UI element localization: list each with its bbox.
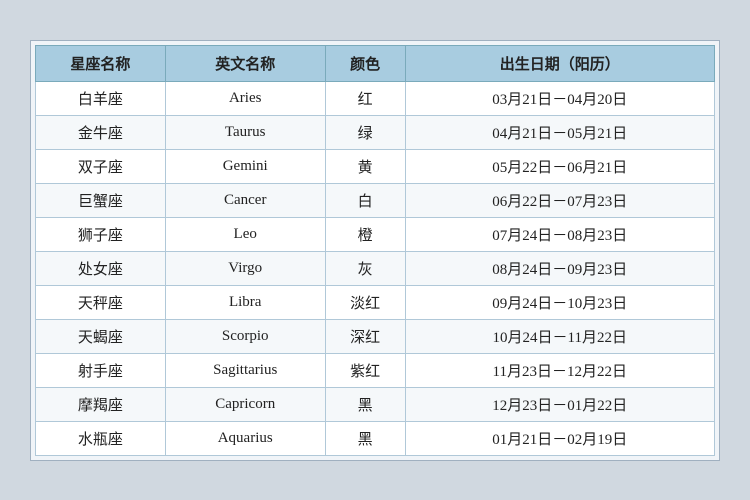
cell-english: Taurus <box>165 115 325 149</box>
table-row: 摩羯座Capricorn黑12月23日－01月22日 <box>36 387 715 421</box>
cell-color: 黑 <box>325 387 405 421</box>
cell-english: Gemini <box>165 149 325 183</box>
cell-date: 08月24日－09月23日 <box>405 251 714 285</box>
header-color: 颜色 <box>325 45 405 81</box>
cell-date: 04月21日－05月21日 <box>405 115 714 149</box>
cell-color: 紫红 <box>325 353 405 387</box>
cell-english: Aries <box>165 81 325 115</box>
cell-date: 09月24日－10月23日 <box>405 285 714 319</box>
table-row: 天秤座Libra淡红09月24日－10月23日 <box>36 285 715 319</box>
table-row: 射手座Sagittarius紫红11月23日－12月22日 <box>36 353 715 387</box>
cell-color: 淡红 <box>325 285 405 319</box>
header-english: 英文名称 <box>165 45 325 81</box>
cell-color: 白 <box>325 183 405 217</box>
cell-color: 灰 <box>325 251 405 285</box>
cell-color: 绿 <box>325 115 405 149</box>
zodiac-table: 星座名称 英文名称 颜色 出生日期（阳历） 白羊座Aries红03月21日－04… <box>35 45 715 456</box>
table-row: 双子座Gemini黄05月22日－06月21日 <box>36 149 715 183</box>
cell-chinese: 射手座 <box>36 353 166 387</box>
cell-chinese: 巨蟹座 <box>36 183 166 217</box>
cell-date: 07月24日－08月23日 <box>405 217 714 251</box>
cell-color: 黑 <box>325 421 405 455</box>
table-row: 天蝎座Scorpio深红10月24日－11月22日 <box>36 319 715 353</box>
cell-english: Cancer <box>165 183 325 217</box>
table-row: 水瓶座Aquarius黑01月21日－02月19日 <box>36 421 715 455</box>
cell-english: Scorpio <box>165 319 325 353</box>
cell-english: Aquarius <box>165 421 325 455</box>
cell-english: Libra <box>165 285 325 319</box>
table-row: 白羊座Aries红03月21日－04月20日 <box>36 81 715 115</box>
cell-chinese: 处女座 <box>36 251 166 285</box>
cell-color: 黄 <box>325 149 405 183</box>
cell-color: 橙 <box>325 217 405 251</box>
header-date: 出生日期（阳历） <box>405 45 714 81</box>
cell-date: 10月24日－11月22日 <box>405 319 714 353</box>
cell-english: Virgo <box>165 251 325 285</box>
table-header-row: 星座名称 英文名称 颜色 出生日期（阳历） <box>36 45 715 81</box>
cell-english: Capricorn <box>165 387 325 421</box>
cell-english: Sagittarius <box>165 353 325 387</box>
cell-color: 红 <box>325 81 405 115</box>
table-body: 白羊座Aries红03月21日－04月20日金牛座Taurus绿04月21日－0… <box>36 81 715 455</box>
cell-date: 06月22日－07月23日 <box>405 183 714 217</box>
cell-chinese: 天蝎座 <box>36 319 166 353</box>
cell-date: 03月21日－04月20日 <box>405 81 714 115</box>
table-row: 巨蟹座Cancer白06月22日－07月23日 <box>36 183 715 217</box>
header-chinese: 星座名称 <box>36 45 166 81</box>
cell-date: 05月22日－06月21日 <box>405 149 714 183</box>
cell-chinese: 双子座 <box>36 149 166 183</box>
cell-chinese: 水瓶座 <box>36 421 166 455</box>
cell-date: 12月23日－01月22日 <box>405 387 714 421</box>
cell-color: 深红 <box>325 319 405 353</box>
cell-date: 11月23日－12月22日 <box>405 353 714 387</box>
cell-date: 01月21日－02月19日 <box>405 421 714 455</box>
cell-chinese: 白羊座 <box>36 81 166 115</box>
cell-english: Leo <box>165 217 325 251</box>
cell-chinese: 狮子座 <box>36 217 166 251</box>
table-row: 处女座Virgo灰08月24日－09月23日 <box>36 251 715 285</box>
cell-chinese: 天秤座 <box>36 285 166 319</box>
cell-chinese: 摩羯座 <box>36 387 166 421</box>
table-row: 金牛座Taurus绿04月21日－05月21日 <box>36 115 715 149</box>
table-row: 狮子座Leo橙07月24日－08月23日 <box>36 217 715 251</box>
cell-chinese: 金牛座 <box>36 115 166 149</box>
zodiac-table-container: 星座名称 英文名称 颜色 出生日期（阳历） 白羊座Aries红03月21日－04… <box>30 40 720 461</box>
